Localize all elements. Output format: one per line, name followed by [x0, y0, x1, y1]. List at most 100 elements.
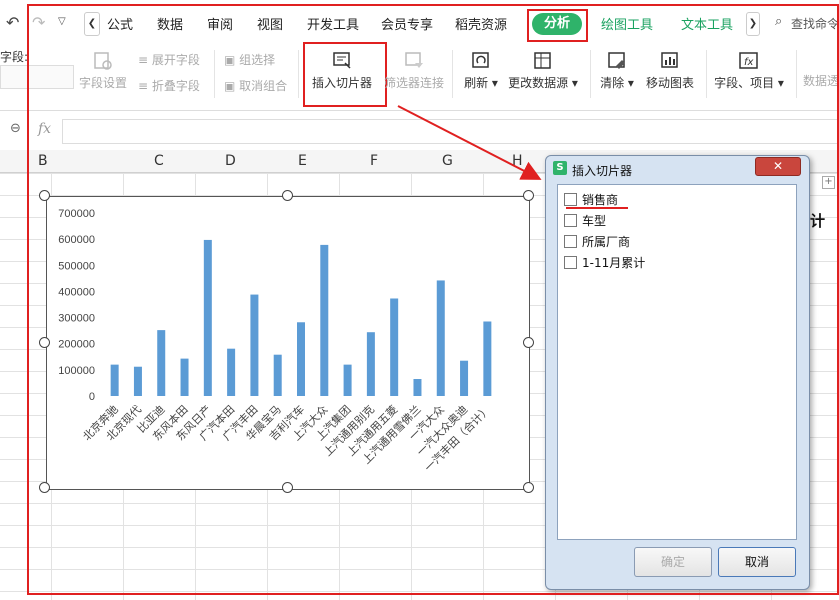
tab-formula[interactable]: 公式 [107, 14, 133, 33]
resize-handle[interactable] [523, 337, 534, 348]
expand-icon[interactable]: + [822, 176, 835, 189]
tab-scroll-right-button[interactable]: ❯ [746, 12, 760, 36]
change-source-dropdown-icon: ▾ [568, 76, 578, 90]
tab-review[interactable]: 审阅 [207, 14, 233, 33]
checkbox[interactable] [564, 235, 577, 248]
refresh-label: 刷新 [464, 76, 489, 90]
slicer-option-cumulative[interactable]: 1-11月累计 [564, 254, 645, 271]
resize-handle[interactable] [523, 482, 534, 493]
move-chart-label: 移动图表 [645, 76, 694, 90]
slicer-option-model[interactable]: 车型 [564, 212, 606, 229]
bar[interactable] [460, 360, 469, 396]
field-settings-label: 字段设置 [78, 76, 127, 90]
column-header[interactable]: G [442, 153, 453, 169]
formula-fx-icon: fx [739, 52, 758, 69]
y-tick-label: 0 [89, 391, 95, 403]
fields-items-label: 字段、项目 [714, 76, 775, 90]
resize-handle[interactable] [282, 190, 293, 201]
bar[interactable] [203, 239, 212, 396]
slicer-option-seller[interactable]: 销售商 [564, 191, 618, 208]
ungroup-button[interactable]: ▣ 取消组合 [224, 77, 287, 94]
field-input[interactable] [0, 65, 74, 89]
tab-data[interactable]: 数据 [157, 14, 183, 33]
search-command[interactable]: 查找命令 [791, 15, 839, 32]
close-button[interactable]: ✕ [755, 157, 801, 176]
bar[interactable] [157, 330, 166, 396]
resize-handle[interactable] [39, 482, 50, 493]
bar[interactable] [133, 366, 142, 396]
bar[interactable] [483, 321, 492, 396]
checkbox[interactable] [564, 214, 577, 227]
cancel-button[interactable]: 取消 [718, 547, 796, 577]
column-header[interactable]: E [298, 153, 307, 169]
change-data-source-label: 更改数据源 [508, 76, 569, 90]
data-perspective-button[interactable]: 数据透 [803, 72, 839, 89]
tab-developer[interactable]: 开发工具 [307, 14, 359, 33]
tab-view[interactable]: 视图 [257, 14, 283, 33]
fx-icon[interactable]: fx [38, 121, 51, 137]
option-label: 所属厂商 [582, 235, 631, 249]
bar[interactable] [110, 364, 119, 396]
column-header[interactable]: C [154, 153, 164, 169]
fields-items-button[interactable]: fx 字段、项目 ▾ [713, 50, 785, 91]
checkbox[interactable] [564, 256, 577, 269]
field-settings-button[interactable]: 字段设置 [76, 50, 130, 91]
column-header[interactable]: D [225, 153, 236, 169]
filter-connections-button[interactable]: 筛选器连接 [384, 50, 444, 91]
option-label: 车型 [582, 214, 607, 228]
bar[interactable] [366, 332, 375, 396]
tab-docer[interactable]: 稻壳资源 [455, 14, 507, 33]
resize-handle[interactable] [523, 190, 534, 201]
tab-scroll-left-button[interactable]: ❮ [84, 12, 100, 36]
resize-handle[interactable] [39, 190, 50, 201]
refresh-icon [472, 52, 489, 68]
bar[interactable] [320, 244, 329, 396]
bar[interactable] [343, 364, 352, 396]
formula-bar: ⊖ fx [0, 116, 839, 146]
collapse-field-icon: ≡ [138, 79, 149, 93]
refresh-dropdown-icon: ▾ [488, 76, 498, 90]
seller-underline-mark [566, 207, 628, 209]
tab-text-tools[interactable]: 文本工具 [681, 14, 733, 33]
app-logo-icon: S [553, 161, 567, 175]
bar[interactable] [390, 298, 399, 396]
clear-button[interactable]: 清除 ▾ [597, 50, 637, 91]
bar-chart[interactable]: 700000 600000 500000 400000 300000 200000 1000… [46, 196, 530, 490]
resize-handle[interactable] [39, 337, 50, 348]
quick-access-dropdown-icon[interactable]: ▽ [58, 16, 66, 27]
ok-button[interactable]: 确定 [634, 547, 712, 577]
tab-chart-tools[interactable]: 绘图工具 [601, 14, 653, 33]
expand-field-button[interactable]: ≡ 展开字段 [138, 51, 200, 68]
undo-icon[interactable]: ↶ [6, 13, 19, 32]
move-chart-button[interactable]: 移动图表 [643, 50, 697, 91]
data-perspective-label: 数据透 [803, 74, 839, 88]
collapse-field-label: 折叠字段 [151, 79, 200, 93]
redo-icon[interactable]: ↷ [32, 13, 45, 32]
column-header[interactable]: B [38, 153, 48, 169]
group-selection-button[interactable]: ▣ 组选择 [224, 51, 275, 68]
column-header[interactable]: H [512, 153, 523, 169]
column-header[interactable]: F [370, 153, 378, 169]
resize-handle[interactable] [282, 482, 293, 493]
zoom-icon[interactable]: ⊖ [10, 121, 21, 136]
bar[interactable] [297, 322, 305, 396]
chart-plot: 700000 600000 500000 400000 300000 200000 1000… [58, 208, 493, 474]
bar[interactable] [227, 348, 236, 396]
insert-slicer-highlight [303, 42, 387, 107]
refresh-button[interactable]: 刷新 ▾ [459, 50, 503, 91]
slicer-option-manufacturer[interactable]: 所属厂商 [564, 233, 630, 250]
bar[interactable] [180, 358, 189, 396]
close-icon: ✕ [772, 159, 784, 173]
formula-input[interactable] [62, 119, 839, 144]
ribbon-divider [298, 50, 299, 98]
bar[interactable] [413, 379, 422, 396]
bar[interactable] [250, 294, 259, 396]
collapse-field-button[interactable]: ≡ 折叠字段 [138, 77, 200, 94]
search-icon[interactable]: ⌕ [775, 14, 782, 29]
checkbox[interactable] [564, 193, 577, 206]
bar[interactable] [273, 354, 282, 396]
bar[interactable] [436, 280, 445, 396]
tab-member[interactable]: 会员专享 [381, 14, 433, 33]
field-settings-icon [94, 52, 112, 70]
change-data-source-button[interactable]: 更改数据源 ▾ [507, 50, 579, 91]
